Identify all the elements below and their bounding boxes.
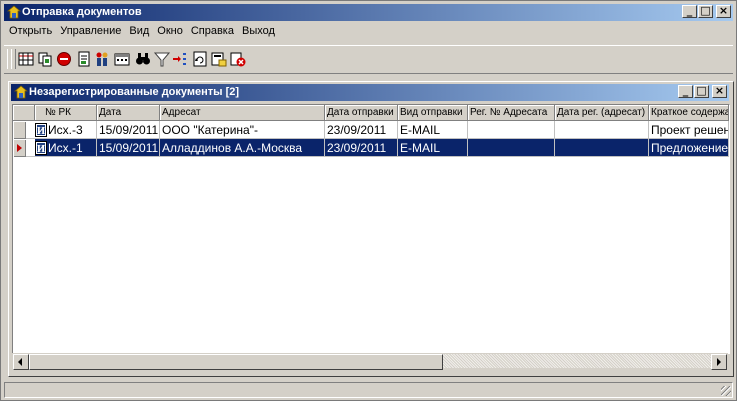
cell-addressee[interactable]: Алладдинов А.А.-Москва [160, 139, 325, 157]
minimize-button[interactable]: _ [682, 4, 697, 18]
copy-icon[interactable] [37, 51, 53, 67]
grid-header: № РК Дата Адресат Дата отправки Вид отпр… [13, 105, 729, 121]
header-rk[interactable]: № РК [35, 105, 97, 120]
child-maximize-button[interactable]: □ [694, 84, 709, 98]
svg-text:И: И [37, 127, 46, 137]
window-title: Отправка документов [22, 6, 142, 18]
header-addressee[interactable]: Адресат [160, 105, 325, 120]
cell-rk[interactable]: И Исх.-3 [35, 121, 97, 139]
scroll-thumb[interactable] [29, 354, 443, 370]
binoculars-icon[interactable] [135, 51, 151, 67]
svg-text:И: И [37, 145, 46, 155]
cell-summary[interactable]: Предложение [649, 139, 729, 157]
header-reg-number[interactable]: Рег. № Адресата [468, 105, 555, 120]
child-window: Незарегистрированные документы [2] _ □ ×… [8, 81, 734, 377]
minimize-icon: _ [682, 84, 689, 97]
rk-text: Исх.-3 [48, 123, 83, 137]
delete-icon[interactable] [230, 51, 246, 67]
main-window: Отправка документов _ □ × Открыть Управл… [0, 0, 737, 401]
sort-icon[interactable] [172, 51, 188, 67]
child-window-title: Незарегистрированные документы [2] [29, 86, 240, 98]
menu-open[interactable]: Открыть [5, 23, 56, 41]
menu-view[interactable]: Вид [125, 23, 153, 41]
document-type-icon: И [35, 123, 47, 137]
document-type-icon: И [35, 141, 47, 155]
cell-reg-date[interactable] [555, 139, 649, 157]
minimize-icon: _ [686, 4, 693, 17]
child-title-bar[interactable]: Незарегистрированные документы [2] _ □ × [11, 84, 729, 101]
cell-sent-date[interactable]: 23/09/2011 [325, 139, 398, 157]
cell-reg-date[interactable] [555, 121, 649, 139]
cell-summary[interactable]: Проект решения [649, 121, 729, 139]
stop-icon[interactable] [56, 51, 72, 67]
calendar-icon[interactable] [114, 51, 130, 67]
close-button[interactable]: × [716, 4, 731, 18]
header-summary[interactable]: Краткое содержание [649, 105, 729, 120]
document-icon[interactable] [76, 51, 92, 67]
header-indicator [13, 105, 35, 120]
cell-reg-number[interactable] [468, 139, 555, 157]
header-reg-date[interactable]: Дата рег. (адресат) [555, 105, 649, 120]
scroll-right-button[interactable] [711, 354, 727, 370]
menu-help[interactable]: Справка [187, 23, 238, 41]
filter-icon[interactable] [154, 51, 170, 67]
menu-bar: Открыть Управление Вид Окно Справка Выхо… [5, 23, 279, 41]
refresh-icon[interactable] [192, 51, 208, 67]
cell-sent-date[interactable]: 23/09/2011 [325, 121, 398, 139]
toolbar [4, 45, 733, 74]
close-icon: × [714, 84, 725, 97]
row-indicator[interactable] [13, 121, 26, 139]
header-send-method[interactable]: Вид отправки [398, 105, 468, 120]
menu-exit[interactable]: Выход [238, 23, 279, 41]
child-close-button[interactable]: × [712, 84, 727, 98]
menu-manage[interactable]: Управление [56, 23, 125, 41]
child-minimize-button[interactable]: _ [678, 84, 693, 98]
cell-date[interactable]: 15/09/2011 [97, 121, 160, 139]
toolbar-grip-2[interactable] [11, 49, 16, 69]
documents-grid: № РК Дата Адресат Дата отправки Вид отпр… [12, 104, 730, 354]
cell-reg-number[interactable] [468, 121, 555, 139]
header-sent-date[interactable]: Дата отправки [325, 105, 398, 120]
row-indicator-current[interactable] [13, 139, 26, 157]
arrow-left-icon [18, 358, 22, 366]
rk-text: Исх.-1 [48, 141, 83, 155]
status-bar [4, 382, 733, 398]
cell-send-method[interactable]: E-MAIL [398, 121, 468, 139]
menu-window[interactable]: Окно [153, 23, 187, 41]
header-date[interactable]: Дата [97, 105, 160, 120]
row-gap [26, 139, 35, 157]
maximize-button[interactable]: □ [698, 4, 713, 18]
child-app-icon [14, 85, 28, 99]
main-title-bar[interactable]: Отправка документов _ □ × [4, 4, 733, 21]
arrow-right-icon [717, 358, 721, 366]
close-icon: × [718, 4, 729, 17]
current-row-arrow-icon [17, 144, 22, 152]
cell-date[interactable]: 15/09/2011 [97, 139, 160, 157]
app-icon [7, 5, 21, 19]
cell-addressee[interactable]: ООО "Катерина"- [160, 121, 325, 139]
horizontal-scrollbar[interactable] [12, 353, 728, 370]
table-row[interactable]: И Исх.-3 15/09/2011 ООО "Катерина"- 23/0… [13, 121, 729, 139]
maximize-icon: □ [696, 84, 707, 97]
export-icon[interactable] [211, 51, 227, 67]
table-row-selected[interactable]: И Исх.-1 15/09/2011 Алладдинов А.А.-Моск… [13, 139, 729, 157]
maximize-icon: □ [700, 4, 711, 17]
cell-send-method[interactable]: E-MAIL [398, 139, 468, 157]
table-icon[interactable] [18, 51, 34, 67]
people-icon[interactable] [94, 51, 110, 67]
row-gap [26, 121, 35, 139]
resize-grip[interactable] [721, 386, 731, 396]
scroll-left-button[interactable] [13, 354, 29, 370]
cell-rk[interactable]: И Исх.-1 [35, 139, 97, 157]
